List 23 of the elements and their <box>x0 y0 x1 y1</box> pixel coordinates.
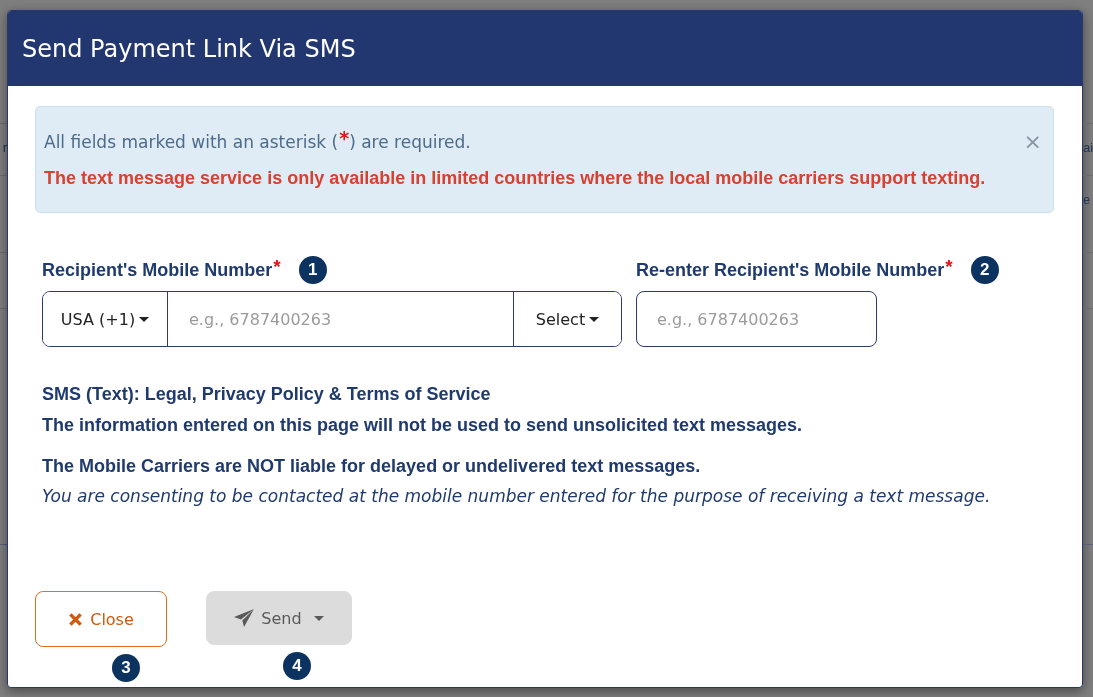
caret-icon <box>589 316 600 322</box>
warning-text: The text message service is only available in limited countries where the local mobile carriers support texting. <box>44 167 986 190</box>
dialog-title: Send Payment Link Via SMS <box>22 34 356 63</box>
callout-number: 3 <box>112 654 140 682</box>
background-text: e <box>1083 191 1091 209</box>
close-button[interactable]: Close <box>35 591 167 647</box>
callout-number: 2 <box>970 256 999 284</box>
background-text: ai <box>1083 139 1093 157</box>
callout-number: 4 <box>283 652 311 680</box>
paper-plane-icon <box>234 609 255 627</box>
country-code-dropdown[interactable]: USA (+1) <box>43 292 168 346</box>
confirm-number-input[interactable]: e.g., 6787400263 <box>636 291 877 347</box>
legal-text: The Mobile Carriers are NOT liable for delayed or undelivered text messages. <box>42 455 701 478</box>
consent-text: You are consenting to be contacted at the mobile number entered for the purpose of receiving a text message. <box>42 485 991 508</box>
phone-input-group[interactable]: USA (+1) e.g., 6787400263 Select <box>42 291 622 347</box>
carrier-dropdown[interactable]: Select <box>513 292 621 346</box>
close-icon <box>68 611 84 627</box>
caret-icon <box>139 316 150 322</box>
background-text: r <box>2 139 7 157</box>
legal-text: The information entered on this page will not be used to send unsolicited text messages. <box>42 414 803 437</box>
callout-number: 1 <box>298 256 327 284</box>
legal-heading: SMS (Text): Legal, Privacy Policy & Terms of Service <box>42 383 491 406</box>
caret-icon <box>313 615 324 621</box>
